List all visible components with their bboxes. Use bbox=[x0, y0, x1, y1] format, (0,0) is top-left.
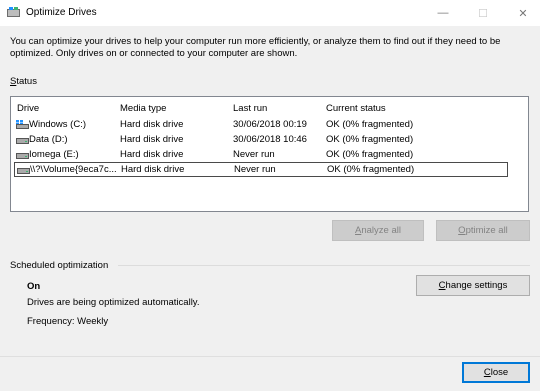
analyze-all-button[interactable]: Analyze all bbox=[332, 220, 424, 241]
drive-name: Iomega (E:) bbox=[29, 149, 79, 160]
maximize-button[interactable]: ☐ bbox=[466, 0, 500, 26]
change-settings-button[interactable]: Change settings bbox=[416, 275, 530, 296]
drive-name: Data (D:) bbox=[29, 134, 68, 145]
close-icon: ✕ bbox=[518, 7, 528, 20]
drive-name: \\?\Volume{9eca7c... bbox=[30, 164, 117, 175]
column-header-last-run[interactable]: Last run bbox=[233, 103, 267, 114]
hard-drive-icon bbox=[17, 168, 30, 174]
current-status: OK (0% fragmented) bbox=[326, 134, 414, 145]
schedule-message: Drives are being optimized automatically… bbox=[27, 297, 200, 308]
section-divider bbox=[118, 265, 530, 266]
table-row[interactable]: Iomega (E:) Hard disk drive Never run OK… bbox=[15, 147, 507, 162]
last-run: Never run bbox=[233, 149, 275, 160]
last-run: 30/06/2018 00:19 bbox=[233, 119, 307, 130]
media-type: Hard disk drive bbox=[120, 119, 184, 130]
column-header-current-status[interactable]: Current status bbox=[326, 103, 386, 114]
hard-drive-icon bbox=[16, 153, 29, 159]
minimize-button[interactable]: — bbox=[426, 0, 460, 26]
current-status: OK (0% fragmented) bbox=[327, 164, 415, 175]
table-row[interactable]: Windows (C:) Hard disk drive 30/06/2018 … bbox=[15, 117, 507, 132]
window-title: Optimize Drives bbox=[26, 7, 97, 18]
status-section-label: Status bbox=[10, 76, 37, 87]
table-row-selected[interactable]: \\?\Volume{9eca7c... Hard disk drive Nev… bbox=[14, 162, 508, 177]
maximize-icon: ☐ bbox=[478, 7, 488, 20]
drive-name: Windows (C:) bbox=[29, 119, 87, 130]
close-button[interactable]: Close bbox=[462, 362, 530, 383]
schedule-frequency: Frequency: Weekly bbox=[27, 316, 109, 327]
hard-drive-icon bbox=[16, 138, 29, 144]
media-type: Hard disk drive bbox=[120, 149, 184, 160]
drives-list[interactable]: Drive Media type Last run Current status… bbox=[10, 96, 529, 212]
optimize-all-button[interactable]: Optimize all bbox=[436, 220, 530, 241]
current-status: OK (0% fragmented) bbox=[326, 119, 414, 130]
schedule-state: On bbox=[27, 281, 41, 292]
footer-bar bbox=[0, 356, 540, 391]
optimize-drives-app-icon bbox=[7, 7, 20, 17]
last-run: 30/06/2018 10:46 bbox=[233, 134, 307, 145]
scheduled-optimization-label: Scheduled optimization bbox=[10, 260, 109, 271]
media-type: Hard disk drive bbox=[121, 164, 185, 175]
windows-drive-icon bbox=[16, 120, 29, 129]
table-row[interactable]: Data (D:) Hard disk drive 30/06/2018 10:… bbox=[15, 132, 507, 147]
close-window-button[interactable]: ✕ bbox=[506, 0, 540, 26]
column-header-media-type[interactable]: Media type bbox=[120, 103, 166, 114]
minimize-icon: — bbox=[437, 7, 449, 19]
media-type: Hard disk drive bbox=[120, 134, 184, 145]
description-text: You can optimize your drives to help you… bbox=[10, 36, 501, 59]
last-run: Never run bbox=[234, 164, 276, 175]
current-status: OK (0% fragmented) bbox=[326, 149, 414, 160]
column-header-drive[interactable]: Drive bbox=[17, 103, 39, 114]
title-bar[interactable]: Optimize Drives — ☐ ✕ bbox=[0, 0, 540, 26]
